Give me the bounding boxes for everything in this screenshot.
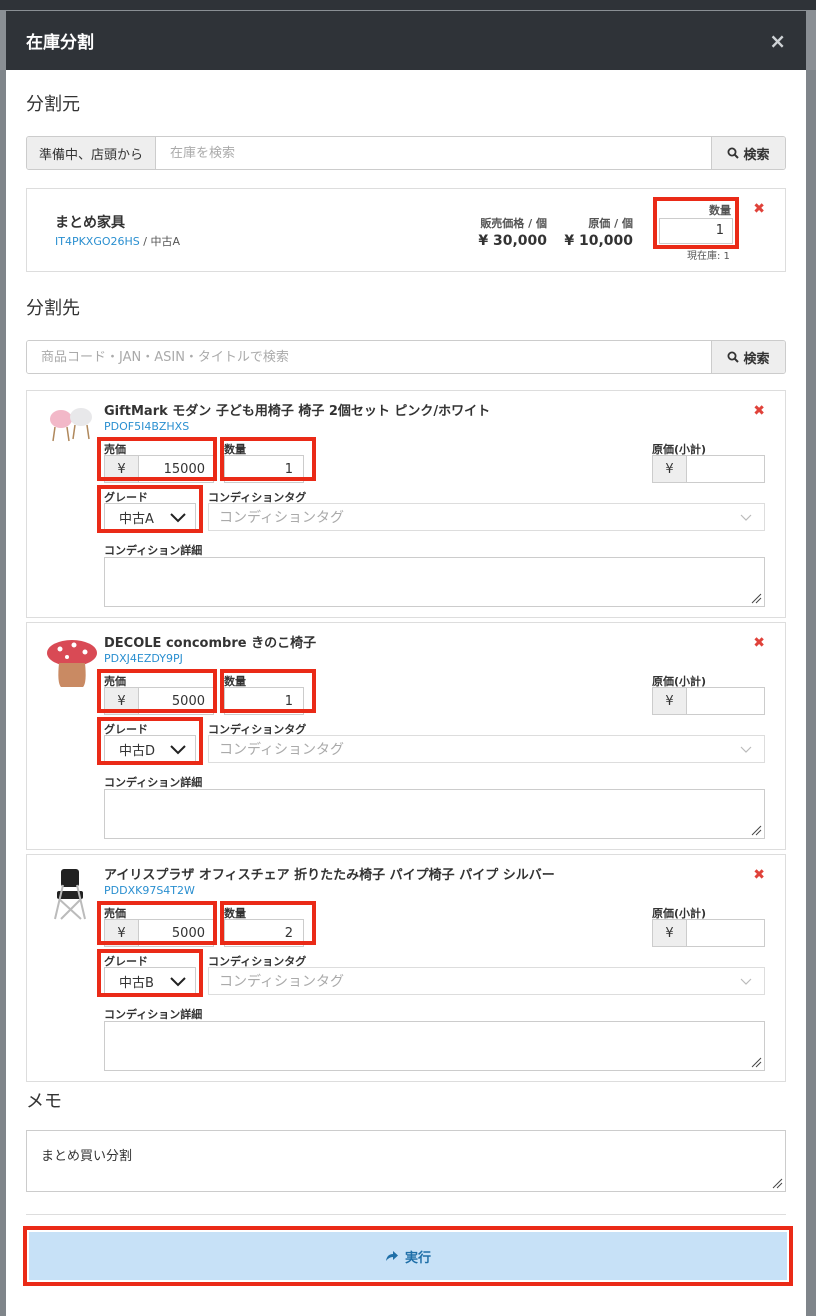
divider [26,1214,786,1215]
chevron-down-icon [740,746,752,753]
dest-item-code[interactable]: PDXJ4EZDY9PJ [104,652,183,665]
qty-highlight [220,437,316,481]
cost-subtotal-value [687,920,764,946]
condition-tag-select[interactable]: コンディションタグ [208,967,765,995]
memo-heading: メモ [26,1091,62,1112]
source-item-code-line: IT4PKXGO26HS / 中古A [55,233,180,249]
dest-search-button[interactable]: 検索 [711,341,785,373]
source-search-group: 準備中、店頭から 検索 [26,136,786,170]
yen-addon: ¥ [653,688,687,714]
dest-item-title: GiftMark モダン 子ども用椅子 椅子 2個セット ピンク/ホワイト [104,404,491,419]
memo-textarea[interactable]: まとめ買い分割 [26,1130,786,1192]
detail-label: コンディション詳細 [104,1008,203,1021]
price-highlight [97,437,217,481]
source-item-card: まとめ家具 IT4PKXGO26HS / 中古A 販売価格 / 個 ¥ 30,0… [26,188,786,272]
source-search-button[interactable]: 検索 [711,137,785,169]
cost-label: 原価 / 個 [588,217,633,230]
search-icon [727,351,740,363]
cost-column: 原価 / 個 ¥ 10,000 [564,215,633,249]
mushroom-stool-icon [47,640,97,687]
cost-subtotal-input[interactable]: ¥ [652,919,765,947]
chevron-down-icon [740,514,752,521]
cost-subtotal-value [687,456,764,482]
dest-item-card: DECOLE concombre きのこ椅子 PDXJ4EZDY9PJ ✖ 売価… [26,622,786,850]
detail-label: コンディション詳細 [104,544,203,557]
source-filter-addon[interactable]: 準備中、店頭から [27,137,157,169]
sale-price-value: ¥ 30,000 [478,233,547,249]
source-heading: 分割元 [26,94,80,115]
yen-addon: ¥ [653,456,687,482]
price-highlight [97,669,217,713]
search-button-label: 検索 [743,351,770,367]
grade-highlight [97,949,203,997]
condition-tag-select[interactable]: コンディションタグ [208,735,765,763]
dest-search-input[interactable] [27,341,711,373]
memo-value: まとめ買い分割 [41,1149,133,1164]
dest-item-card: アイリスプラザ オフィスチェア 折りたたみ椅子 パイプ椅子 パイプ シルバー P… [26,854,786,1082]
kids-chairs-icon [50,408,92,442]
cost-subtotal-value [687,688,764,714]
remove-dest-icon[interactable]: ✖ [753,635,765,651]
cost-value: ¥ 10,000 [564,233,633,249]
cost-subtotal-input[interactable]: ¥ [652,455,765,483]
qty-highlight [220,669,316,713]
resize-handle-icon[interactable] [771,1177,783,1189]
search-icon [727,147,740,159]
share-arrow-icon [385,1251,398,1261]
source-qty-input[interactable]: 1 [659,218,733,244]
source-qty-label: 数量 [709,204,731,217]
condition-detail-textarea[interactable] [104,789,765,839]
resize-handle-icon[interactable] [750,592,762,604]
dest-item-list: GiftMark モダン 子ども用椅子 椅子 2個セット ピンク/ホワイト PD… [26,390,786,1082]
close-button[interactable]: × [769,29,786,53]
qty-highlight [220,901,316,945]
folding-chair-icon [54,869,86,920]
source-search-input[interactable] [156,137,711,169]
dest-item-title: アイリスプラザ オフィスチェア 折りたたみ椅子 パイプ椅子 パイプ シルバー [104,868,555,883]
grade-highlight [97,485,203,533]
dest-item-card: GiftMark モダン 子ども用椅子 椅子 2個セット ピンク/ホワイト PD… [26,390,786,618]
dest-item-title: DECOLE concombre きのこ椅子 [104,636,317,651]
remove-source-icon[interactable]: ✖ [753,201,765,217]
dest-item-code[interactable]: PDOF5I4BZHXS [104,420,189,433]
source-qty-highlight: 数量 1 [653,197,739,249]
tag-placeholder: コンディションタグ [219,974,345,990]
remove-dest-icon[interactable]: ✖ [753,403,765,419]
tag-placeholder: コンディションタグ [219,742,345,758]
resize-handle-icon[interactable] [750,824,762,836]
detail-label: コンディション詳細 [104,776,203,789]
cost-subtotal-input[interactable]: ¥ [652,687,765,715]
search-button-label: 検索 [743,147,770,163]
dest-heading: 分割先 [26,298,80,319]
sale-price-label: 販売価格 / 個 [480,217,547,230]
split-stock-modal: 在庫分割 × 分割元 準備中、店頭から 検索 まとめ家具 IT4PKXGO26H… [6,11,806,1316]
dest-item-code[interactable]: PDDXK97S4T2W [104,884,195,897]
sale-price-column: 販売価格 / 個 ¥ 30,000 [478,215,547,249]
execute-button[interactable]: 実行 [29,1232,787,1280]
current-stock-note: 現在庫: 1 [687,251,730,262]
condition-detail-textarea[interactable] [104,1021,765,1071]
grade-highlight [97,717,203,765]
background-page-right [806,70,816,1316]
source-item-grade: / 中古A [139,235,181,248]
condition-detail-textarea[interactable] [104,557,765,607]
chevron-down-icon [740,978,752,985]
modal-header: 在庫分割 × [6,11,806,70]
price-highlight [97,901,217,945]
condition-tag-select[interactable]: コンディションタグ [208,503,765,531]
tag-placeholder: コンディションタグ [219,510,345,526]
background-header [0,0,816,10]
execute-label: 実行 [404,1250,431,1266]
remove-dest-icon[interactable]: ✖ [753,867,765,883]
modal-title: 在庫分割 [26,33,94,53]
execute-highlight: 実行 [23,1226,793,1286]
resize-handle-icon[interactable] [750,1056,762,1068]
yen-addon: ¥ [653,920,687,946]
source-item-code-link[interactable]: IT4PKXGO26HS [55,235,140,248]
source-item-name: まとめ家具 [55,215,125,231]
dest-search-group: 検索 [26,340,786,374]
